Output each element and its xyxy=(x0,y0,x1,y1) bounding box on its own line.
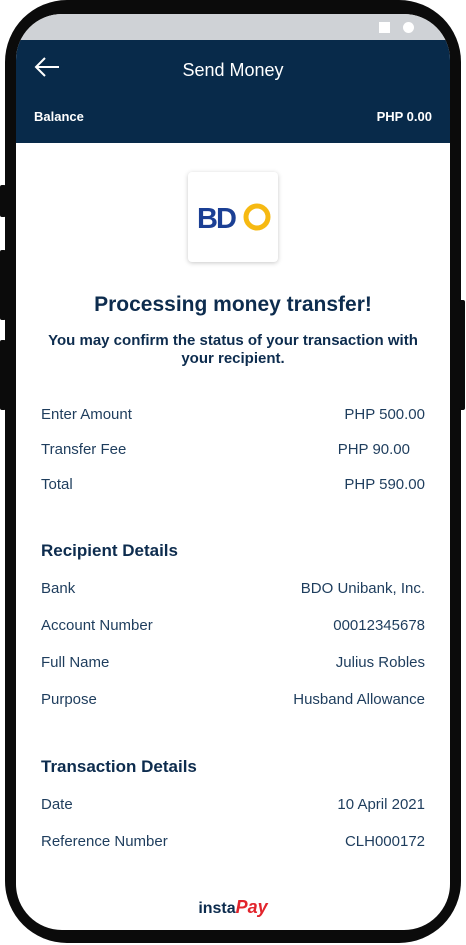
row-value: 00012345678 xyxy=(333,617,425,634)
screen: Send Money Balance PHP 0.00 BD Processin… xyxy=(16,14,450,930)
row-value: PHP 90.00 xyxy=(337,441,410,458)
row-label: Account Number xyxy=(41,617,153,634)
instapay-prefix: insta xyxy=(198,900,236,917)
row-value: CLH000172 xyxy=(344,833,425,850)
recipient-row: Bank BDO Unibank, Inc. xyxy=(41,580,425,600)
row-value: Husband Allowance xyxy=(293,691,425,708)
balance-label: Balance xyxy=(34,109,84,124)
status-bar xyxy=(16,14,450,40)
row-value: 10 April 2021 xyxy=(337,796,425,813)
fee-row: Transfer Fee PHP 90.00 xyxy=(41,441,425,461)
record-icon xyxy=(403,22,414,33)
transaction-row: Reference Number CLH000172 xyxy=(41,833,425,853)
instapay-logo: instaPay xyxy=(16,897,450,918)
row-label: Bank xyxy=(41,580,76,597)
row-label: Total xyxy=(41,476,73,493)
row-value: PHP 500.00 xyxy=(344,406,425,423)
bank-logo: BD xyxy=(188,172,278,262)
row-label: Reference Number xyxy=(41,833,168,850)
amount-row: Enter Amount PHP 500.00 xyxy=(41,406,425,426)
recipient-details-title: Recipient Details xyxy=(41,541,178,560)
row-value: BDO Unibank, Inc. xyxy=(300,580,425,597)
status-heading: Processing money transfer! xyxy=(94,293,372,316)
row-label: Enter Amount xyxy=(41,406,132,423)
row-label: Purpose xyxy=(41,691,97,708)
transaction-row: Date 10 April 2021 xyxy=(41,796,425,816)
balance-value: PHP 0.00 xyxy=(376,109,432,124)
svg-text:BD: BD xyxy=(197,203,236,232)
status-subheading: You may confirm the status of your trans… xyxy=(48,332,418,367)
row-label: Transfer Fee xyxy=(41,441,127,458)
page-title: Send Money xyxy=(182,60,284,80)
app-header: Send Money Balance PHP 0.00 xyxy=(16,40,450,143)
instapay-suffix: Pay xyxy=(235,897,268,917)
row-label: Full Name xyxy=(41,654,110,671)
row-value: Julius Robles xyxy=(335,654,425,671)
recipient-row: Purpose Husband Allowance xyxy=(41,691,425,711)
stop-icon xyxy=(379,22,390,33)
side-button xyxy=(0,185,6,217)
bdo-logo-icon: BD xyxy=(197,203,271,232)
transaction-details-title: Transaction Details xyxy=(41,757,197,776)
row-label: Date xyxy=(41,796,73,813)
recipient-row: Account Number 00012345678 xyxy=(41,617,425,637)
volume-up-button xyxy=(0,250,6,320)
row-value: PHP 590.00 xyxy=(344,476,425,493)
recipient-row: Full Name Julius Robles xyxy=(41,654,425,674)
total-row: Total PHP 590.00 xyxy=(41,476,425,496)
volume-down-button xyxy=(0,340,6,410)
power-button xyxy=(459,300,465,410)
